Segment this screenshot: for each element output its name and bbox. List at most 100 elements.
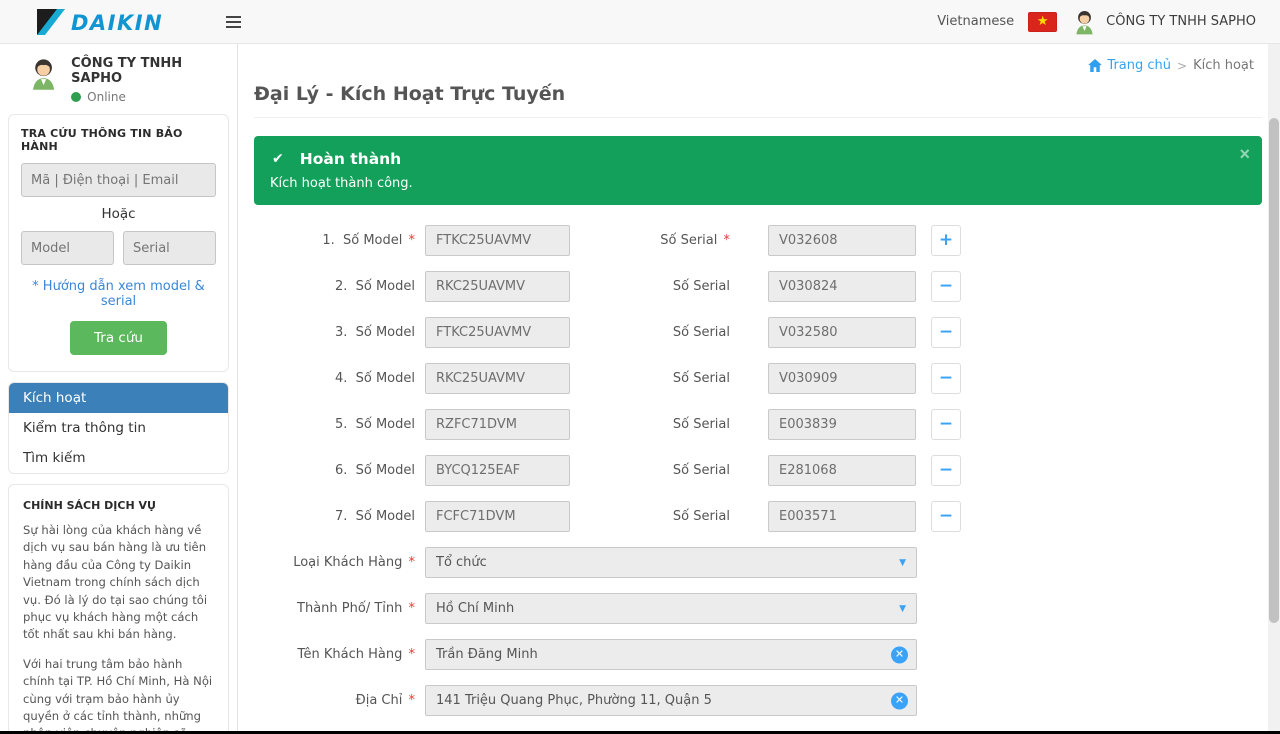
daikin-logo-icon: DAIKIN [36,9,184,35]
serial-label: Số Serial [570,417,730,432]
daikin-logo[interactable]: DAIKIN [36,9,184,35]
serial-input[interactable]: V030909 [768,363,916,394]
check-icon: ✔ [272,151,284,167]
top-header: DAIKIN Vietnamese ★ CÔNG TY TNHH SAPHO [0,0,1280,44]
remove-row-button[interactable]: − [931,363,961,394]
sidebar-item-2[interactable]: Kiểm tra thông tin [9,413,228,443]
serial-label: Số Serial [570,371,730,386]
required-asterisk: * [409,555,416,570]
remove-row-button[interactable]: − [931,455,961,486]
model-label: 1. Số Model * [254,233,415,248]
model-label: 7. Số Model [254,509,415,524]
required-asterisk: * [409,601,416,616]
field-value: Tổ chức [436,555,487,570]
required-asterisk: * [409,647,416,662]
field-value: Hồ Chí Minh [436,601,514,616]
user-avatar-icon [1071,8,1098,35]
service-policy-panel: CHÍNH SÁCH DỊCH VỤ Sự hài lòng của khách… [8,484,229,734]
model-serial-row: 7. Số Model FCFC71DVMSố Serial E003571− [254,501,1262,532]
user-menu[interactable]: CÔNG TY TNHH SAPHO [1071,8,1256,35]
breadcrumb-current: Kích hoạt [1193,58,1254,73]
model-label: 3. Số Model [254,325,415,340]
serial-label: Số Serial [570,509,730,524]
language-label[interactable]: Vietnamese [937,14,1014,29]
code-phone-email-input[interactable] [21,163,216,197]
customer-field-row: Thành Phố/ Tỉnh * Hồ Chí Minh ▼ [254,593,1262,624]
sidebar-item-1[interactable]: Kích hoạt [9,383,228,413]
profile-avatar-icon [26,54,61,92]
model-serial-row: 4. Số Model RKC25UAVMVSố Serial V030909− [254,363,1262,394]
model-input[interactable]: FCFC71DVM [425,501,570,532]
customer-field-row: Địa Chỉ * 141 Triệu Quang Phục, Phường 11… [254,685,1262,716]
required-asterisk: * [409,233,416,248]
serial-input[interactable]: V030824 [768,271,916,302]
search-submit-button[interactable]: Tra cứu [70,321,167,355]
field-select[interactable]: Tổ chức ▼ [425,547,917,578]
field-select[interactable]: Hồ Chí Minh ▼ [425,593,917,624]
model-input[interactable]: FTKC25UAVMV [425,317,570,348]
field-input[interactable]: Trần Đăng Minh ✕ [425,639,917,670]
serial-label: Số Serial [570,463,730,478]
online-status-icon [71,92,81,102]
alert-title: Hoàn thành [300,150,401,168]
serial-label: Số Serial [570,325,730,340]
model-input[interactable]: RKC25UAVMV [425,363,570,394]
field-label: Tên Khách Hàng * [254,647,415,662]
field-label: Thành Phố/ Tỉnh * [254,601,415,616]
success-alert: ✔ Hoàn thành Kích hoạt thành công. × [254,136,1262,205]
remove-row-button[interactable]: − [931,409,961,440]
vietnam-flag-icon[interactable]: ★ [1028,12,1057,32]
field-label: Loại Khách Hàng * [254,555,415,570]
alert-close-icon[interactable]: × [1239,144,1250,165]
caret-down-icon[interactable]: ▼ [899,558,906,568]
brand-text: DAIKIN [71,11,163,35]
clear-field-icon[interactable]: ✕ [891,692,908,709]
serial-label: Số Serial * [570,233,730,248]
serial-input[interactable]: V032608 [768,225,916,256]
remove-row-button[interactable]: − [931,501,961,532]
clear-field-icon[interactable]: ✕ [891,646,908,663]
serial-search-input[interactable] [123,231,216,265]
home-icon [1088,59,1102,72]
model-search-input[interactable] [21,231,114,265]
policy-paragraph: Với hai trung tâm bảo hành chính tại TP.… [23,656,214,734]
model-serial-guide-link[interactable]: * Hướng dẫn xem model & serial [21,279,216,309]
serial-input[interactable]: E003839 [768,409,916,440]
scrollbar-thumb[interactable] [1269,118,1279,623]
model-label: 2. Số Model [254,279,415,294]
vertical-scrollbar[interactable] [1268,44,1280,734]
caret-down-icon[interactable]: ▼ [899,604,906,614]
breadcrumb: Trang chủ > Kích hoạt [254,44,1262,79]
model-input[interactable]: RZFC71DVM [425,409,570,440]
sidebar: CÔNG TY TNHH SAPHO Online TRA CỨU THÔNG … [0,44,238,734]
field-value: 141 Triệu Quang Phục, Phường 11, Quận 5 [436,693,712,708]
required-asterisk: * [724,233,731,248]
model-input[interactable]: BYCQ125EAF [425,455,570,486]
customer-field-row: Loại Khách Hàng * Tổ chức ▼ [254,547,1262,578]
hamburger-menu-icon[interactable] [226,16,241,28]
add-row-button[interactable]: + [931,225,961,256]
remove-row-button[interactable]: − [931,317,961,348]
remove-row-button[interactable]: − [931,271,961,302]
model-input[interactable]: FTKC25UAVMV [425,225,570,256]
field-value: Trần Đăng Minh [436,647,538,662]
field-input[interactable]: 141 Triệu Quang Phục, Phường 11, Quận 5 ✕ [425,685,917,716]
user-name: CÔNG TY TNHH SAPHO [1106,14,1256,29]
required-asterisk: * [409,693,416,708]
main-content: Trang chủ > Kích hoạt Đại Lý - Kích Hoạt… [238,44,1268,734]
serial-input[interactable]: V032580 [768,317,916,348]
model-input[interactable]: RKC25UAVMV [425,271,570,302]
serial-input[interactable]: E281068 [768,455,916,486]
sidebar-item-3[interactable]: Tìm kiếm [9,443,228,473]
model-label: 4. Số Model [254,371,415,386]
field-label: Địa Chỉ * [254,693,415,708]
model-serial-row: 3. Số Model FTKC25UAVMVSố Serial V032580− [254,317,1262,348]
activation-form: 1. Số Model *FTKC25UAVMVSố Serial *V0326… [254,225,1262,734]
serial-input[interactable]: E003571 [768,501,916,532]
customer-field-row: Tên Khách Hàng * Trần Đăng Minh ✕ [254,639,1262,670]
policy-paragraph: Sự hài lòng của khách hàng về dịch vụ sa… [23,522,214,644]
breadcrumb-home-link[interactable]: Trang chủ [1088,58,1171,73]
model-serial-row: 6. Số ModelBYCQ125EAFSố SerialE281068− [254,455,1262,486]
serial-label: Số Serial [570,279,730,294]
sidebar-menu: Kích hoạtKiểm tra thông tinTìm kiếm [8,382,229,474]
